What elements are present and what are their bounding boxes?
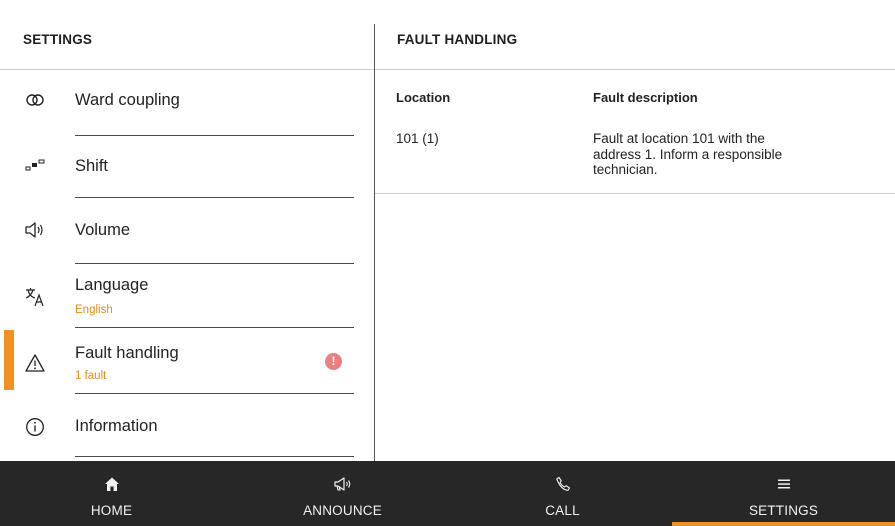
menu-item-label: Shift (75, 157, 109, 175)
language-value: English (75, 304, 113, 316)
speaker-icon (24, 219, 46, 241)
fault-handling-title: FAULT HANDLING (397, 32, 518, 47)
nav-label: HOME (90, 503, 133, 518)
menu-item-information[interactable]: Information (0, 395, 374, 461)
settings-title: SETTINGS (23, 32, 93, 47)
phone-icon (451, 475, 674, 493)
home-icon (0, 475, 223, 493)
active-indicator (4, 330, 14, 390)
menu-item-label: Language (75, 276, 149, 294)
link-icon (24, 89, 46, 111)
translate-icon (24, 286, 46, 308)
nav-label: CALL (545, 503, 580, 518)
menu-icon (672, 475, 895, 493)
column-header-description: Fault description (593, 90, 698, 105)
info-icon (24, 416, 46, 438)
menu-item-label: Ward coupling (75, 91, 180, 109)
warning-icon (24, 352, 46, 374)
menu-item-shift[interactable]: Shift (0, 132, 374, 198)
menu-separator (75, 456, 354, 457)
nav-settings[interactable]: SETTINGS (672, 461, 895, 526)
settings-menu: Ward coupling Shift Volume Language Engl… (0, 70, 374, 461)
fault-count: 1 fault (75, 370, 107, 382)
fault-table: Location Fault description 101 (1) Fault… (375, 70, 895, 194)
fault-location: 101 (1) (396, 131, 439, 146)
nav-announce[interactable]: ANNOUNCE (231, 461, 454, 526)
fault-handling-header: FAULT HANDLING (375, 0, 895, 70)
fault-description: Fault at location 101 with the address 1… (593, 131, 783, 177)
nav-label: SETTINGS (748, 503, 819, 518)
app-window: SETTINGS FAULT HANDLING Ward coupling Sh… (0, 0, 895, 526)
menu-separator (75, 393, 354, 394)
menu-item-label: Volume (75, 221, 131, 239)
menu-item-fault-handling[interactable]: Fault handling 1 fault ! (0, 328, 374, 394)
menu-item-ward-coupling[interactable]: Ward coupling (0, 70, 374, 136)
alert-badge-icon: ! (325, 353, 342, 370)
nav-home[interactable]: HOME (0, 461, 223, 526)
nav-label: ANNOUNCE (303, 503, 382, 518)
shift-icon (24, 154, 46, 176)
menu-item-label: Information (75, 417, 158, 435)
bottom-navigation: HOME ANNOUNCE CALL SETTINGS (0, 461, 895, 526)
menu-item-language[interactable]: Language English (0, 262, 374, 328)
column-header-location: Location (396, 90, 451, 105)
active-tab-indicator (672, 522, 895, 526)
menu-item-label: Fault handling (75, 344, 179, 362)
menu-item-volume[interactable]: Volume (0, 198, 374, 264)
settings-header: SETTINGS (0, 0, 374, 70)
nav-call[interactable]: CALL (451, 461, 674, 526)
megaphone-icon (231, 475, 454, 493)
